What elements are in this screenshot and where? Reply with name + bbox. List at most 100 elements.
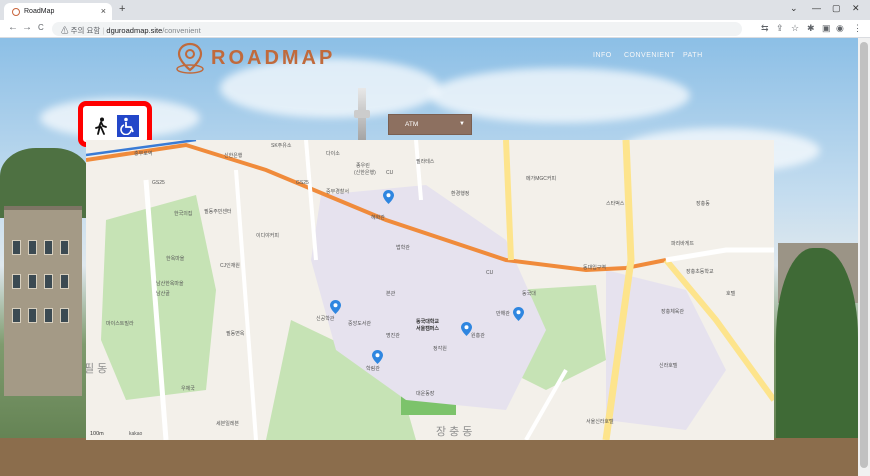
tab-search-icon[interactable]: ⌄ (790, 3, 798, 14)
map-label: 스타벅스 (606, 201, 625, 207)
map-label: 다이소 (326, 151, 340, 157)
map-label: 장충초등학교 (686, 269, 714, 275)
forward-button[interactable]: → (22, 22, 32, 33)
star-icon[interactable]: ☆ (791, 23, 799, 34)
map-pin-logo-icon (176, 42, 204, 74)
map-label: (신한은행) (354, 170, 376, 176)
map-label: 서울신라호텔 (586, 419, 614, 425)
minimize-button[interactable]: — (812, 3, 821, 13)
map-label: 신공학관 (316, 316, 335, 322)
map-label: 원흥관 (471, 333, 485, 339)
map-label: 남산한옥마을 (156, 281, 184, 287)
tab-title: RoadMap (24, 8, 55, 15)
url-bar[interactable]: ⚠ 주의 요함 | dguroadmap.site/convenient (52, 22, 742, 36)
facility-select-value: ATM (405, 121, 419, 128)
walk-mode-button[interactable] (90, 115, 112, 137)
share-icon[interactable]: ⇪ (776, 23, 784, 34)
extensions-icon[interactable]: ✱ (807, 23, 815, 34)
map-label: 동국대학교 (416, 319, 440, 325)
warning-icon: ⚠ (61, 26, 71, 35)
map-label: 파리바게뜨 (671, 241, 695, 247)
security-label: 주의 요함 (70, 26, 101, 35)
pedestrian-icon (95, 117, 107, 135)
map-label: 이디야커피 (256, 233, 280, 239)
map-attribution: kakao (129, 431, 143, 437)
map-label: 동대입구역 (583, 265, 607, 271)
map-label: 필동면옥 (226, 331, 245, 337)
url-host: dguroadmap.site (106, 26, 163, 35)
map-label: 호텔 (726, 291, 736, 297)
map-label: 종우린 (356, 163, 370, 169)
trees-right (776, 248, 858, 448)
profile-icon[interactable]: ◉ (836, 23, 844, 34)
map-label: SK주유소 (271, 143, 292, 149)
sidebar-icon[interactable]: ▣ (822, 23, 831, 34)
building-left (4, 206, 82, 396)
atm-marker-icon[interactable] (383, 190, 394, 204)
atm-marker-icon[interactable] (461, 322, 472, 336)
map-label: 장충체육관 (661, 309, 685, 315)
map-label: 한옥마을 (166, 256, 185, 262)
maximize-button[interactable]: ▢ (832, 3, 841, 14)
map-label: CJ인재원 (220, 263, 240, 269)
kakao-map[interactable]: SK주유소 신한은행 다이소 종우린 (신한은행) GS25 필라테스 중부경찰… (86, 140, 774, 440)
nav-path[interactable]: PATH (683, 52, 703, 59)
map-label: 서울캠퍼스 (416, 326, 440, 332)
map-label: 환경행정 (451, 191, 470, 197)
more-icon[interactable]: ⋮ (853, 23, 862, 34)
map-label: 명진관 (386, 333, 400, 339)
address-toolbar: ← → C ⚠ 주의 요함 | dguroadmap.site/convenie… (0, 20, 870, 38)
map-label: 신한은행 (224, 153, 243, 159)
nav-info[interactable]: INFO (593, 52, 612, 59)
map-label: 우체국 (181, 386, 195, 392)
translate-icon[interactable]: ⇆ (761, 23, 769, 34)
map-label: GS25 (152, 180, 165, 186)
map-label: 혜화관 (371, 215, 385, 221)
namsan-tower-graphic (354, 88, 370, 148)
map-label: CU (486, 270, 494, 276)
map-label: CU (386, 170, 394, 176)
map-label: 중앙도서관 (348, 321, 372, 327)
atm-marker-icon[interactable] (372, 350, 383, 364)
map-label: 필라테스 (416, 159, 435, 165)
tab-close-icon[interactable]: × (101, 6, 106, 16)
map-label: 마이스트빌라 (106, 321, 134, 327)
map-label: 세븐일레븐 (216, 421, 240, 427)
close-window-button[interactable]: ✕ (852, 3, 860, 14)
map-watermark-label: 장충동 (436, 426, 476, 438)
facility-select[interactable]: ATM ▼ (388, 114, 472, 135)
ground (0, 438, 858, 476)
chevron-down-icon: ▼ (459, 121, 465, 127)
map-label: 남산골 (156, 291, 170, 297)
map-label: GS25 (296, 180, 309, 186)
map-label: 본관 (386, 291, 396, 297)
scrollbar-thumb[interactable] (860, 42, 868, 468)
map-scale: 100m (90, 431, 104, 437)
atm-marker-icon[interactable] (513, 307, 524, 321)
logo-text: ROADMAP (211, 46, 336, 69)
map-label: 만해관 (496, 311, 510, 317)
map-label: 장충동 (696, 201, 710, 207)
browser-tab[interactable]: RoadMap × (4, 3, 112, 20)
roadmap-favicon-icon (12, 8, 20, 16)
nav-convenient[interactable]: CONVENIENT (624, 52, 675, 59)
wheelchair-mode-button[interactable] (117, 115, 139, 137)
map-label: 충무로역 (134, 151, 153, 157)
map-label: 필동주민센터 (204, 209, 232, 215)
map-label: 한국의집 (174, 211, 193, 217)
reload-button[interactable]: C (38, 23, 44, 32)
map-label: 중부경찰서 (326, 189, 350, 195)
map-label: 메가MGC커피 (526, 176, 557, 182)
browser-tab-bar: RoadMap × + ⌄ — ▢ ✕ (0, 0, 870, 20)
new-tab-button[interactable]: + (119, 3, 125, 15)
map-label: 동국대 (522, 291, 536, 297)
wheelchair-icon (120, 117, 134, 135)
map-label: 대운동장 (416, 391, 435, 397)
map-label: 법학관 (396, 245, 410, 251)
map-label: 신라호텔 (659, 363, 678, 369)
map-label: 정각원 (433, 346, 447, 352)
url-path: /convenient (162, 26, 201, 35)
atm-marker-icon[interactable] (330, 300, 341, 314)
back-button[interactable]: ← (8, 22, 18, 33)
roadmap-logo[interactable]: ROADMAP (173, 41, 335, 75)
